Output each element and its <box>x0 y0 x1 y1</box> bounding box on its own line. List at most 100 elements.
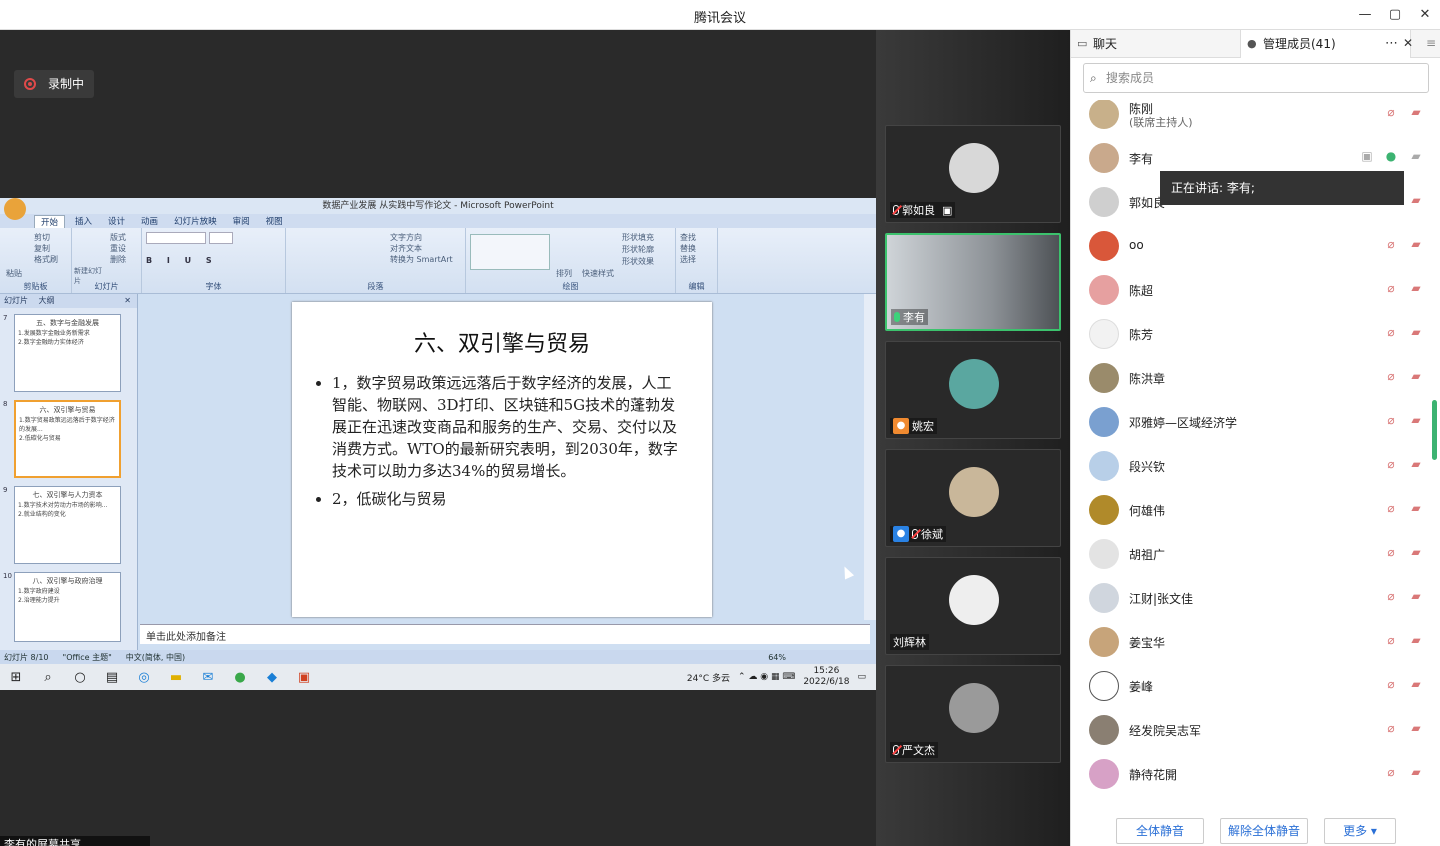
zoom-level[interactable]: 64% <box>768 653 786 662</box>
notification-icon[interactable]: ▭ <box>857 672 866 682</box>
convert-smartart-button[interactable]: 转换为 SmartArt <box>290 254 461 265</box>
video-off-icon[interactable]: ▰ <box>1408 720 1424 736</box>
list-item[interactable]: 经发院吴志军 ⌀ ▰ <box>1071 708 1440 752</box>
replace-button[interactable]: 替换 <box>680 243 713 254</box>
mic-muted-icon[interactable]: ⌀ <box>1383 236 1399 252</box>
windows-start-icon[interactable]: ⊞ <box>0 664 32 690</box>
video-off-icon[interactable]: ▰ <box>1408 192 1424 208</box>
list-item[interactable]: 陈洪章 ⌀ ▰ <box>1071 356 1440 400</box>
more-options-icon[interactable]: ⋯ <box>1385 36 1398 51</box>
list-item[interactable]: 何雄伟 ⌀ ▰ <box>1071 488 1440 532</box>
mic-muted-icon[interactable]: ⌀ <box>1383 764 1399 780</box>
video-off-icon[interactable]: ▰ <box>1408 280 1424 296</box>
list-item[interactable]: oo ⌀ ▰ <box>1071 224 1440 268</box>
list-item[interactable]: 陈刚 (联席主持人) ⌀ ▰ <box>1071 100 1440 136</box>
ribbon-tab-animation[interactable]: 动画 <box>135 215 164 227</box>
maximize-button[interactable]: ▢ <box>1384 5 1406 25</box>
close-panel-icon[interactable]: ✕ <box>1403 36 1413 50</box>
quick-styles-button[interactable]: 快速样式 <box>582 268 614 279</box>
tab-slides[interactable]: 幻灯片 <box>4 296 28 305</box>
minimize-button[interactable]: — <box>1354 5 1376 25</box>
ribbon-tab-review[interactable]: 审阅 <box>227 215 256 227</box>
paste-button[interactable]: 粘贴 <box>6 268 22 279</box>
mic-muted-icon[interactable]: ⌀ <box>1383 412 1399 428</box>
list-item[interactable]: 静待花開 ⌀ ▰ <box>1071 752 1440 796</box>
mic-on-icon[interactable]: ● <box>1383 148 1399 164</box>
slide-thumbnail[interactable]: 五、数字与金融发展 1.发展数字金融业务新需求 2.数字金融助力实体经济 <box>14 314 121 392</box>
mic-muted-icon[interactable]: ⌀ <box>1383 456 1399 472</box>
video-off-icon[interactable]: ▰ <box>1408 676 1424 692</box>
video-off-icon[interactable]: ▰ <box>1408 412 1424 428</box>
slide-scrollbar[interactable] <box>864 294 876 620</box>
align-text-button[interactable]: 对齐文本 <box>290 243 461 254</box>
file-explorer-icon[interactable]: ▬ <box>160 664 192 690</box>
office-button-icon[interactable] <box>4 198 26 220</box>
format-painter-button[interactable]: 格式刷 <box>4 254 67 265</box>
font-size-select[interactable] <box>208 232 233 244</box>
text-direction-button[interactable]: 文字方向 <box>290 232 461 243</box>
tab-chat[interactable]: ▭ 聊天 <box>1071 30 1241 58</box>
clock[interactable]: 15:26 2022/6/18 <box>803 666 849 688</box>
mic-muted-icon[interactable]: ⌀ <box>1383 720 1399 736</box>
mail-icon[interactable]: ✉ <box>192 664 224 690</box>
select-button[interactable]: 选择 <box>680 254 713 265</box>
shape-outline-button[interactable]: 形状轮廓 <box>622 244 654 255</box>
mic-muted-icon[interactable]: ⌀ <box>1383 632 1399 648</box>
video-off-icon[interactable]: ▰ <box>1408 236 1424 252</box>
menu-icon[interactable]: ≡ <box>1421 36 1440 50</box>
ribbon-tab-view[interactable]: 视图 <box>260 215 289 227</box>
mic-muted-icon[interactable]: ⌀ <box>1383 500 1399 516</box>
ribbon-tab-slideshow[interactable]: 幻灯片放映 <box>168 215 223 227</box>
tray-icons[interactable]: ⌃ ☁ ◉ ▦ ⌨ <box>738 672 795 682</box>
recording-indicator[interactable]: 录制中 <box>14 70 94 98</box>
list-item[interactable]: 陈芳 ⌀ ▰ <box>1071 312 1440 356</box>
video-off-icon[interactable]: ▰ <box>1408 104 1424 120</box>
notes-pane[interactable]: 单击此处添加备注 <box>140 624 870 644</box>
video-tile[interactable]: ● 徐斌 <box>885 449 1061 547</box>
shapes-gallery[interactable] <box>470 234 550 270</box>
slide-thumbnail[interactable]: 七、双引擎与人力资本 1.数字技术对劳动力市场的影响... 2.就业结构的变化 <box>14 486 121 564</box>
wechat-icon[interactable]: ● <box>224 664 256 690</box>
ribbon-tab-insert[interactable]: 插入 <box>69 215 98 227</box>
video-tile[interactable]: 郭如良 ▣ <box>885 125 1061 223</box>
member-search-input[interactable]: ⌕ 搜索成员 <box>1083 63 1429 93</box>
shape-effects-button[interactable]: 形状效果 <box>622 256 654 267</box>
slide-thumbnail-selected[interactable]: 六、双引擎与贸易 1.数字贸易政策远远落后于数字经济的发展... 2.低碳化与贸… <box>14 400 121 478</box>
video-tile[interactable]: 刘辉林 <box>885 557 1061 655</box>
list-item[interactable]: 胡祖广 ⌀ ▰ <box>1071 532 1440 576</box>
search-icon[interactable]: ⌕ <box>32 664 64 690</box>
edge-browser-icon[interactable]: ◎ <box>128 664 160 690</box>
video-off-icon[interactable]: ▰ <box>1408 764 1424 780</box>
mic-muted-icon[interactable]: ⌀ <box>1383 368 1399 384</box>
video-tile[interactable]: ● 姚宏 <box>885 341 1061 439</box>
find-button[interactable]: 查找 <box>680 232 713 243</box>
font-family-select[interactable] <box>146 232 206 244</box>
video-off-icon[interactable]: ▰ <box>1408 500 1424 516</box>
mic-muted-icon[interactable]: ⌀ <box>1383 280 1399 296</box>
cortana-icon[interactable]: ○ <box>64 664 96 690</box>
current-slide[interactable]: 六、双引擎与贸易 1，数字贸易政策远远落后于数字经济的发展，人工智能、物联网、3… <box>292 302 712 617</box>
mic-muted-icon[interactable]: ⌀ <box>1383 104 1399 120</box>
list-item[interactable]: 段兴钦 ⌀ ▰ <box>1071 444 1440 488</box>
list-item[interactable]: 江财|张文佳 ⌀ ▰ <box>1071 576 1440 620</box>
video-off-icon[interactable]: ▰ <box>1408 324 1424 340</box>
ribbon-tab-home[interactable]: 开始 <box>34 214 66 228</box>
task-view-icon[interactable]: ▤ <box>96 664 128 690</box>
mic-muted-icon[interactable]: ⌀ <box>1383 544 1399 560</box>
list-item[interactable]: 姜峰 ⌀ ▰ <box>1071 664 1440 708</box>
cut-button[interactable]: 剪切 <box>4 232 67 243</box>
weather-status[interactable]: 24°C 多云 <box>687 671 730 684</box>
layout-button[interactable]: 版式 <box>76 232 137 243</box>
ribbon-tab-design[interactable]: 设计 <box>102 215 131 227</box>
mute-all-button[interactable]: 全体静音 <box>1116 818 1204 844</box>
video-off-icon[interactable]: ▰ <box>1408 632 1424 648</box>
slide-thumbnail[interactable]: 八、双引擎与政府治理 1.数字政府建设 2.治理能力提升 <box>14 572 121 642</box>
mic-muted-icon[interactable]: ⌀ <box>1383 676 1399 692</box>
list-item[interactable]: 邓雅婷—区域经济学 ⌀ ▰ <box>1071 400 1440 444</box>
tencent-meeting-icon[interactable]: ◆ <box>256 664 288 690</box>
list-item[interactable]: 姜宝华 ⌀ ▰ <box>1071 620 1440 664</box>
reset-button[interactable]: 重设 <box>76 243 137 254</box>
video-off-icon[interactable]: ▰ <box>1408 368 1424 384</box>
delete-slide-button[interactable]: 删除 <box>76 254 137 265</box>
video-off-icon[interactable]: ▰ <box>1408 544 1424 560</box>
